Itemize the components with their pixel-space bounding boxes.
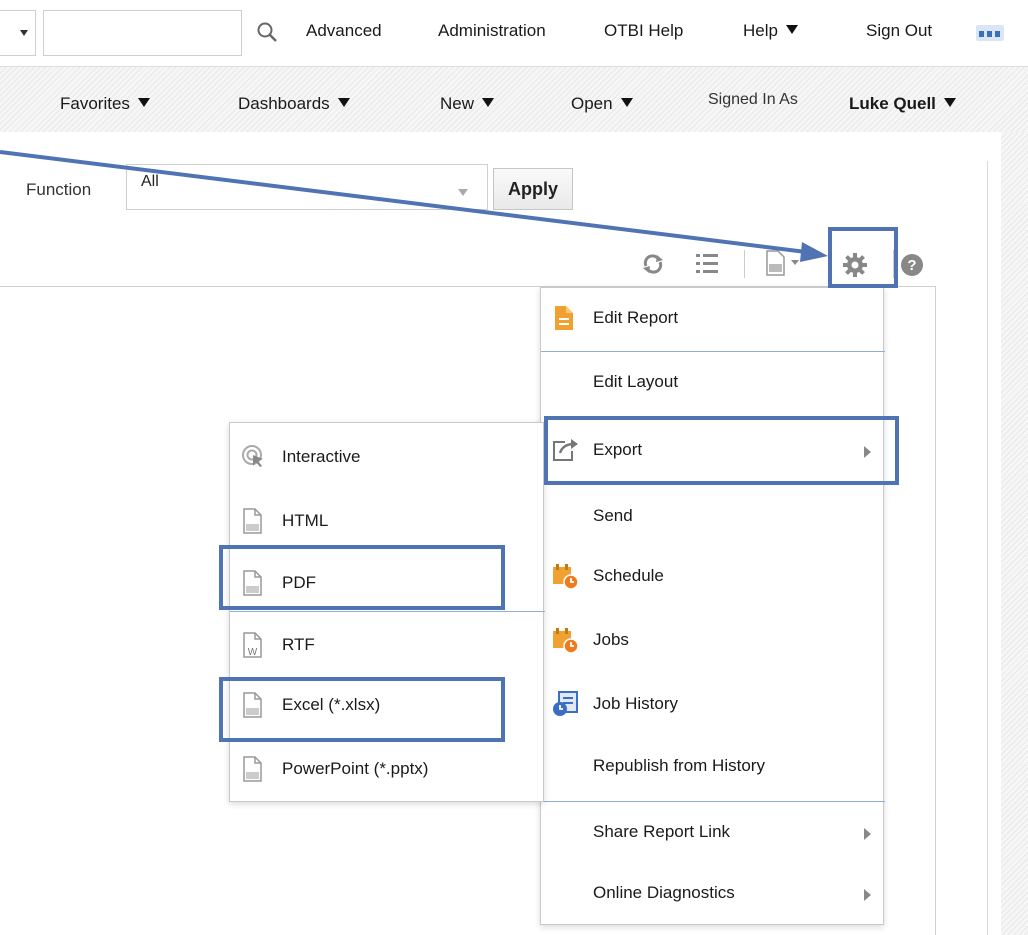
- report-actions-menu: Edit Report Edit Layout Export Send Sche…: [540, 287, 885, 927]
- chevron-right-icon: [864, 828, 871, 840]
- dashboards-label: Dashboards: [238, 94, 330, 113]
- menu-item-label: HTML: [282, 511, 329, 530]
- menu-item-label: Share Report Link: [593, 822, 731, 841]
- dashboards-menu[interactable]: Dashboards: [238, 94, 350, 114]
- chevron-down-icon: [137, 98, 150, 107]
- export-item-pdf[interactable]: PDF: [230, 553, 543, 617]
- signed-in-label: Signed In As: [708, 91, 798, 108]
- rtf-file-icon: W: [240, 631, 266, 659]
- menu-item-label: Send: [593, 506, 633, 525]
- menu-item-share-report-link[interactable]: Share Report Link: [541, 802, 883, 866]
- menu-item-job-history[interactable]: Job History: [541, 674, 883, 738]
- export-icon: [551, 436, 578, 464]
- user-name: Luke Quell: [849, 94, 936, 113]
- help-label: Help: [743, 21, 778, 40]
- chevron-down-icon: [943, 98, 956, 107]
- chevron-down-icon: [785, 25, 798, 34]
- chevron-down-icon: [458, 189, 468, 196]
- parameters-list-icon[interactable]: [695, 252, 719, 276]
- advanced-link[interactable]: Advanced: [306, 21, 382, 41]
- otbi-help-link[interactable]: OTBI Help: [604, 21, 683, 41]
- chevron-down-icon: [20, 30, 28, 36]
- chevron-right-icon: [864, 889, 871, 901]
- menu-item-label: Online Diagnostics: [593, 883, 735, 902]
- menu-item-schedule[interactable]: Schedule: [541, 546, 883, 610]
- search-icon[interactable]: [256, 21, 278, 43]
- menu-item-label: Edit Layout: [593, 372, 679, 391]
- menu-item-online-diagnostics[interactable]: Online Diagnostics: [541, 863, 883, 927]
- pdf-file-icon: [240, 569, 266, 597]
- menu-item-label: Interactive: [282, 447, 361, 466]
- administration-link[interactable]: Administration: [438, 21, 546, 41]
- menu-item-label: PowerPoint (*.pptx): [282, 759, 429, 778]
- export-item-powerpoint[interactable]: PowerPoint (*.pptx): [230, 739, 543, 803]
- open-label: Open: [571, 94, 613, 113]
- function-label: Function: [26, 180, 92, 199]
- excel-file-icon: [240, 691, 266, 719]
- new-label: New: [440, 94, 475, 113]
- function-select[interactable]: All: [126, 164, 488, 210]
- menu-item-edit-layout[interactable]: Edit Layout: [541, 352, 883, 416]
- apply-button[interactable]: Apply: [493, 168, 573, 210]
- menu-item-label: RTF: [282, 635, 315, 654]
- menu-item-label: Excel (*.xlsx): [282, 695, 381, 714]
- schedule-icon: [551, 562, 579, 590]
- menu-item-label: Republish from History: [593, 756, 765, 775]
- help-menu[interactable]: Help: [743, 21, 798, 41]
- gear-icon[interactable]: [842, 252, 868, 278]
- apps-grid-icon[interactable]: [976, 25, 1004, 41]
- user-menu[interactable]: Luke Quell: [849, 94, 956, 114]
- rtf-badge: W: [248, 647, 258, 658]
- menu-divider: [230, 611, 545, 612]
- menu-item-label: Jobs: [593, 630, 629, 649]
- export-item-html[interactable]: HTML: [230, 491, 543, 555]
- menu-item-republish-from-history[interactable]: Republish from History: [541, 736, 883, 800]
- function-value: All: [141, 173, 159, 190]
- chevron-right-icon: [864, 446, 871, 458]
- favorites-menu[interactable]: Favorites: [60, 94, 150, 114]
- job-history-icon: [551, 690, 578, 718]
- help-icon[interactable]: ?: [900, 253, 924, 277]
- open-menu[interactable]: Open: [571, 94, 633, 114]
- menu-item-send[interactable]: Send: [541, 486, 883, 550]
- svg-text:?: ?: [907, 257, 916, 274]
- chevron-down-icon: [482, 98, 495, 107]
- favorites-label: Favorites: [60, 94, 130, 113]
- view-format-dropdown[interactable]: [764, 248, 822, 278]
- menu-item-label: PDF: [282, 573, 316, 592]
- menu-item-edit-report[interactable]: Edit Report: [541, 288, 883, 352]
- search-input[interactable]: [43, 10, 242, 56]
- sign-out-link[interactable]: Sign Out: [866, 21, 932, 41]
- chevron-down-icon: [620, 98, 633, 107]
- refresh-icon[interactable]: [640, 251, 666, 277]
- toolbar-divider: [893, 250, 894, 278]
- export-submenu: Interactive HTML PDF W RTF Excel (*.xlsx…: [229, 422, 545, 803]
- export-item-excel[interactable]: Excel (*.xlsx): [230, 675, 543, 739]
- menu-item-label: Export: [593, 440, 643, 459]
- edit-report-icon: [551, 304, 577, 332]
- chevron-down-icon: [337, 98, 350, 107]
- search-scope-dropdown[interactable]: [0, 10, 36, 56]
- export-item-interactive[interactable]: Interactive: [230, 427, 543, 491]
- export-item-rtf[interactable]: W RTF: [230, 615, 543, 679]
- toolbar-divider: [744, 250, 745, 278]
- menu-item-export[interactable]: Export: [541, 420, 883, 484]
- html-file-icon: [240, 507, 266, 535]
- powerpoint-file-icon: [240, 755, 266, 783]
- new-menu[interactable]: New: [440, 94, 495, 114]
- right-gutter: [1001, 132, 1028, 935]
- menu-item-label: Edit Report: [593, 308, 679, 327]
- menu-item-label: Job History: [593, 694, 679, 713]
- menu-item-label: Schedule: [593, 566, 664, 585]
- menu-item-jobs[interactable]: Jobs: [541, 610, 883, 674]
- interactive-icon: [240, 443, 266, 471]
- jobs-icon: [551, 626, 579, 654]
